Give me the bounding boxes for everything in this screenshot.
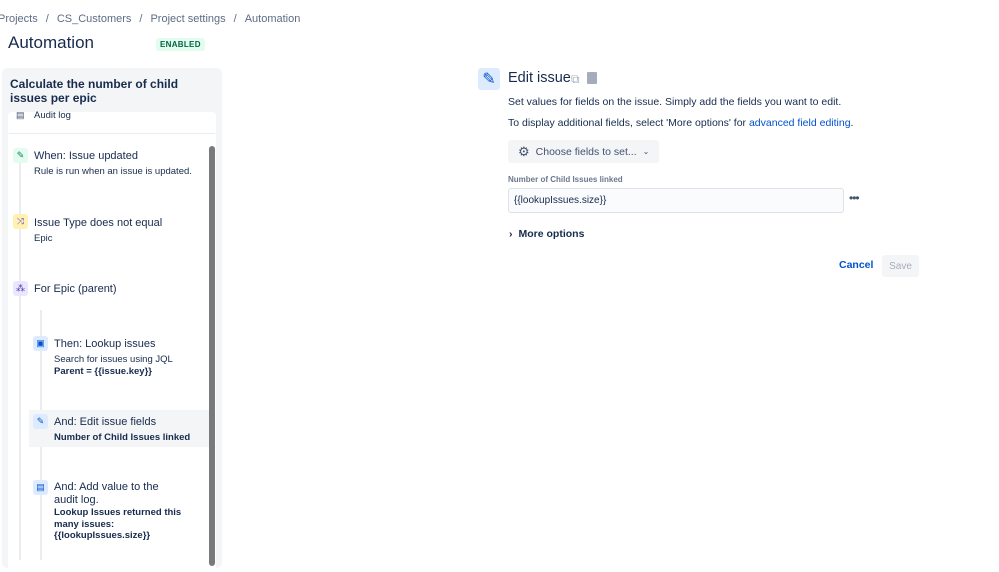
trash-icon[interactable]	[587, 72, 597, 84]
document-icon: ▤	[16, 110, 25, 120]
breadcrumb-project[interactable]: CS_Customers	[57, 13, 132, 25]
cancel-button[interactable]: Cancel	[839, 259, 873, 271]
hierarchy-icon: ⁂	[13, 281, 28, 296]
document-icon: ▤	[33, 480, 48, 495]
rule-title: Calculate the number of child issues per…	[10, 77, 179, 105]
hint-text: To display additional fields, select 'Mo…	[508, 117, 749, 129]
step-title[interactable]: Issue Type does not equal	[34, 217, 162, 230]
editor-hint: To display additional fields, select 'Mo…	[508, 117, 853, 129]
more-options-label: More options	[518, 228, 585, 240]
breadcrumb-settings[interactable]: Project settings	[150, 13, 225, 25]
more-actions-icon[interactable]: •••	[849, 191, 860, 205]
step-title[interactable]: For Epic (parent)	[34, 283, 117, 296]
chevron-down-icon: ⌄	[642, 147, 650, 156]
chevron-right-icon: ›	[509, 228, 513, 240]
choose-fields-button[interactable]: ⚙ Choose fields to set... ⌄	[508, 140, 659, 163]
choose-fields-label: Choose fields to set...	[535, 145, 637, 158]
hint-suffix: .	[850, 117, 854, 129]
breadcrumb-automation[interactable]: Automation	[245, 13, 301, 25]
page-title: Automation	[8, 33, 94, 52]
scrollbar[interactable]	[209, 146, 215, 566]
field-label: Number of Child Issues linked	[508, 175, 623, 184]
editor-title: Edit issue	[508, 70, 571, 86]
gear-icon: ⚙	[518, 143, 530, 159]
copy-icon[interactable]: ⧉	[571, 72, 580, 87]
audit-log-link[interactable]: Audit log	[34, 110, 71, 122]
shuffle-icon: ⤨	[13, 214, 28, 229]
step-title[interactable]: When: Issue updated	[34, 150, 138, 163]
step-desc: Search for issues using JQL	[54, 354, 173, 365]
step-detail: Parent = {{issue.key}}	[54, 366, 152, 377]
child-issues-field-input[interactable]: {{lookupIssues.size}}	[508, 188, 844, 213]
advanced-field-editing-link[interactable]: advanced field editing	[749, 117, 851, 129]
breadcrumb-projects[interactable]: Projects	[0, 13, 38, 25]
more-options-toggle[interactable]: › More options	[509, 228, 584, 240]
step-title[interactable]: And: Edit issue fields	[54, 416, 156, 429]
step-title[interactable]: And: Add value to the audit log.	[54, 481, 174, 507]
pencil-icon: ✎	[13, 148, 28, 163]
step-detail: Number of Child Issues linked	[54, 432, 191, 443]
breadcrumb: Projects / CS_Customers / Project settings / A…	[0, 13, 301, 25]
step-detail: Lookup Issues returned this many issues:…	[54, 507, 182, 541]
timeline-line	[19, 150, 21, 560]
lookup-icon: ▣	[33, 336, 48, 351]
save-button[interactable]: Save	[882, 255, 919, 277]
pencil-icon: ✎	[478, 68, 500, 90]
editor-description: Set values for fields on the issue. Simp…	[508, 96, 842, 108]
divider	[9, 133, 215, 134]
status-badge: ENABLED	[156, 38, 205, 51]
step-title[interactable]: Then: Lookup issues	[54, 338, 156, 351]
step-desc: Rule is run when an issue is updated.	[34, 166, 192, 177]
pencil-icon: ✎	[33, 414, 48, 429]
step-desc: Epic	[34, 233, 53, 244]
